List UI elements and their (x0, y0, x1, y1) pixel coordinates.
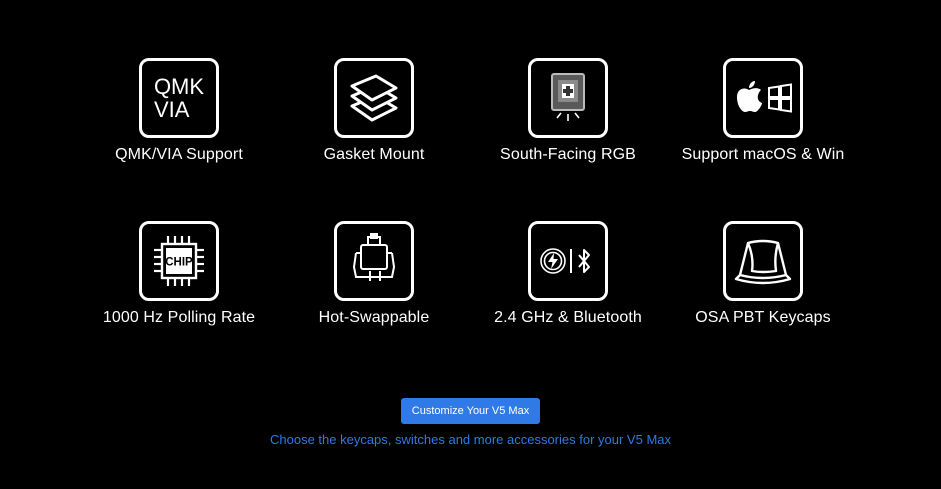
customize-subtext-link[interactable]: Choose the keycaps, switches and more ac… (0, 432, 941, 447)
customize-button[interactable]: Customize Your V5 Max (401, 398, 540, 424)
feature-macos-win: Support macOS & Win (653, 58, 873, 164)
feature-label: 2.4 GHz & Bluetooth (494, 309, 642, 326)
feature-label: Gasket Mount (323, 146, 425, 163)
feature-label: Support macOS & Win (681, 146, 845, 163)
chip-icon-text: CHIP (165, 257, 193, 269)
via-icon-text: VIA (153, 97, 190, 122)
keycap-icon (723, 221, 803, 301)
feature-osa-pbt-keycaps: OSA PBT Keycaps (653, 221, 873, 327)
feature-hot-swappable: Hot-Swappable (264, 221, 484, 327)
feature-label: QMK/VIA Support (115, 146, 243, 163)
feature-qmk-via: QMK VIA QMK/VIA Support (69, 58, 289, 164)
feature-polling-rate: CHIP 1000 Hz Polling Rate (69, 221, 289, 327)
windows-icon (768, 83, 792, 113)
feature-label: OSA PBT Keycaps (695, 309, 831, 326)
feature-label: South-Facing RGB (500, 146, 636, 163)
qmk-icon-text: QMK (153, 74, 205, 99)
qmk-via-icon: QMK VIA (139, 58, 219, 138)
switch-rgb-icon (528, 58, 608, 138)
feature-label: 1000 Hz Polling Rate (102, 309, 256, 326)
feature-label: Hot-Swappable (318, 309, 430, 326)
wireless-bluetooth-icon (528, 221, 608, 301)
feature-wireless-bluetooth: 2.4 GHz & Bluetooth (458, 221, 678, 327)
feature-gasket-mount: Gasket Mount (264, 58, 484, 164)
apple-icon (737, 81, 762, 112)
apple-windows-icon (723, 58, 803, 138)
chip-icon: CHIP (139, 221, 219, 301)
stacked-layers-icon (334, 58, 414, 138)
hot-swap-switch-icon (334, 221, 414, 301)
feature-south-facing-rgb: South-Facing RGB (458, 58, 678, 164)
bluetooth-icon (578, 249, 590, 273)
